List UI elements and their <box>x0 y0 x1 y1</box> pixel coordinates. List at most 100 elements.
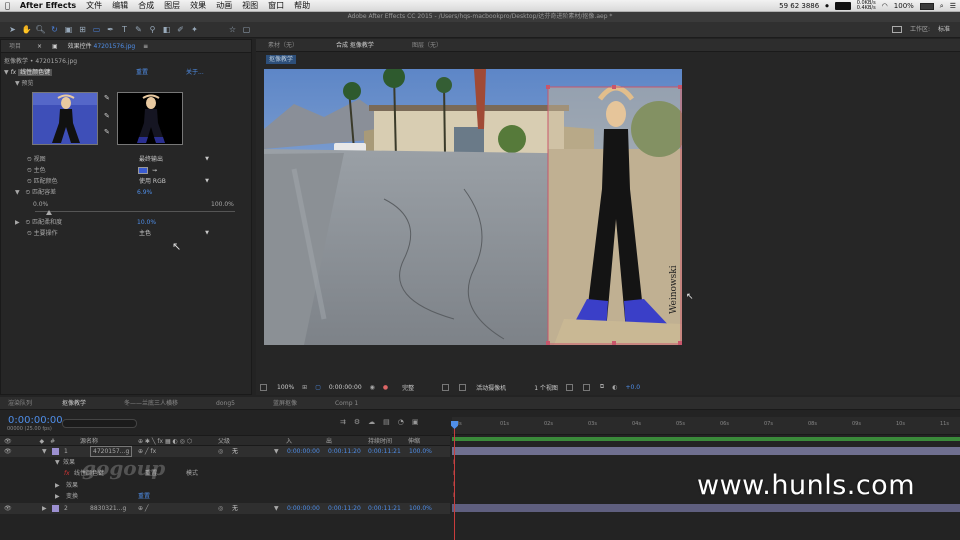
layer-2-duration-bar[interactable] <box>452 504 960 512</box>
timeline-timecode[interactable]: 0:00:00:00 <box>8 415 63 426</box>
menu-effect[interactable]: 效果 <box>185 0 211 11</box>
frame-blend-icon[interactable]: ▤ <box>383 418 390 426</box>
eye-icon[interactable]: 👁︎ <box>4 448 12 455</box>
tab-effect-controls[interactable]: × ▣ 效果控件 47201576.jpg ≡ <box>29 40 156 52</box>
draft-3d-icon[interactable]: ⚙ <box>354 418 360 426</box>
menu-file[interactable]: 文件 <box>81 0 107 11</box>
tab-composition[interactable]: 合成 抠像教学 <box>306 39 382 51</box>
layer-row[interactable]: 👁︎ ▶ 2 8830321...g ⊕ ╱ ◎ 无 ▼ 0:00:00:00 … <box>0 503 450 514</box>
menu-layer[interactable]: 图层 <box>159 0 185 11</box>
text-tool-icon[interactable]: T <box>118 23 131 36</box>
flowchart-icon[interactable]: ⧉ <box>600 383 604 391</box>
tolerance-slider-thumb[interactable] <box>45 210 52 215</box>
fx-icon[interactable]: fx <box>11 69 17 76</box>
transform-reset[interactable]: 重置 <box>138 491 150 502</box>
rotate-tool-icon[interactable]: ↻ <box>48 23 61 36</box>
effect-reset-button[interactable]: 重置 <box>136 67 148 78</box>
parent-icon[interactable]: ◎ <box>218 446 223 457</box>
layer-label-color[interactable] <box>52 505 59 512</box>
exposure-value[interactable]: +0.0 <box>625 384 640 391</box>
quality-dropdown[interactable]: 完整 <box>402 383 414 392</box>
eyedropper-icon[interactable]: ✎ <box>104 94 110 102</box>
display-icon[interactable] <box>834 2 851 10</box>
expand-arrow-icon[interactable]: ▼ <box>42 446 47 457</box>
prop-tolerance-value[interactable]: 6.9% <box>137 187 152 198</box>
layer-switches[interactable]: ⊕ ╱ <box>138 503 149 514</box>
brush-tool-icon[interactable]: ✎ <box>132 23 145 36</box>
workspace-toggle-icon[interactable] <box>891 26 902 33</box>
selection-tool-icon[interactable]: ➤ <box>6 23 19 36</box>
tab-comp-5[interactable]: Comp 1 <box>305 397 366 409</box>
tab-comp-4[interactable]: 蓝屏抠像 <box>243 397 305 409</box>
viewer-timecode[interactable]: 0:00:00:00 <box>329 384 362 391</box>
reset-exposure-icon[interactable]: ◐ <box>612 384 617 391</box>
tab-close-icon[interactable]: × <box>37 43 42 50</box>
menu-help[interactable]: 帮助 <box>289 0 315 11</box>
grid-icon[interactable]: ⊞ <box>302 384 307 391</box>
effect-about-button[interactable]: 关于... <box>186 67 204 78</box>
app-menu[interactable]: After Effects <box>15 0 81 11</box>
tab-menu-icon[interactable]: ≡ <box>143 43 148 50</box>
layer-row[interactable]: 👁︎ ▼ 1 4720157...g ⊕ ╱ fx ◎ 无 ▼ 0:00:00:… <box>0 446 450 457</box>
parent-dropdown[interactable]: 无 <box>232 446 238 457</box>
stopwatch-icon[interactable]: ⏲ <box>27 230 32 237</box>
tab-comp-keying[interactable]: 抠像教学 <box>40 397 94 409</box>
menu-view[interactable]: 视图 <box>237 0 263 11</box>
channel-icon[interactable]: ● <box>383 384 388 391</box>
expand-arrow-icon[interactable]: ▶ <box>55 491 60 502</box>
eye-icon[interactable]: 👁︎ <box>4 505 12 512</box>
graph-editor-icon[interactable]: ▣ <box>412 418 419 426</box>
mask-icon[interactable]: ▢ <box>315 384 321 391</box>
layer-in[interactable]: 0:00:00:00 <box>287 446 320 457</box>
stopwatch-icon[interactable]: ⏲ <box>27 167 32 174</box>
parent-icon[interactable]: ◎ <box>218 503 223 514</box>
parent-dropdown-arrow-icon[interactable]: ▼ <box>274 503 279 514</box>
comp-marker-icon[interactable]: ⇉ <box>340 418 346 426</box>
hand-tool-icon[interactable]: ✋ <box>20 23 33 36</box>
search-icon[interactable]: ⌕ <box>940 2 944 11</box>
menu-animation[interactable]: 动画 <box>211 0 237 11</box>
menu-list-icon[interactable]: ☰ <box>950 2 956 10</box>
wifi-icon[interactable]: ◠ <box>882 2 888 10</box>
views-dropdown[interactable]: 1 个视图 <box>534 383 558 392</box>
camera-tool-icon[interactable]: ▣ <box>62 23 75 36</box>
layer-duration[interactable]: 0:00:11:21 <box>368 446 401 457</box>
battery-icon[interactable] <box>919 2 934 10</box>
expand-arrow-icon[interactable]: ▶ <box>55 480 60 491</box>
menu-composition[interactable]: 合成 <box>133 0 159 11</box>
parent-dropdown-arrow-icon[interactable]: ▼ <box>274 446 279 457</box>
snapshot-icon[interactable]: ◉ <box>370 384 375 391</box>
layer-out[interactable]: 0:00:11:20 <box>328 446 361 457</box>
shy-icon[interactable]: ☁ <box>368 418 375 426</box>
pen-tool-icon[interactable]: ✒ <box>104 23 117 36</box>
layer-stretch[interactable]: 100.0% <box>409 446 432 457</box>
fast-preview-icon[interactable] <box>582 383 590 391</box>
region-icon[interactable] <box>442 383 450 391</box>
pan-behind-tool-icon[interactable]: ⊞ <box>76 23 89 36</box>
prop-softness-value[interactable]: 10.0% <box>137 217 156 228</box>
tab-layer[interactable]: 图层（无） <box>382 39 450 51</box>
key-color-eyedropper-icon[interactable]: ⇝ <box>152 165 157 176</box>
menu-window[interactable]: 窗口 <box>263 0 289 11</box>
keyframe-icon[interactable]: I <box>453 457 455 468</box>
tab-comp-2[interactable]: 冬——兰底三人横移 <box>94 397 186 409</box>
stopwatch-icon[interactable]: ⏲ <box>27 156 32 163</box>
layer-label-color[interactable] <box>52 448 59 455</box>
key-color-swatch[interactable] <box>138 167 148 174</box>
motion-blur-icon[interactable]: ◔ <box>398 418 404 426</box>
puppet-pin-tool-icon[interactable]: ✦ <box>188 23 201 36</box>
tab-footage[interactable]: 素材（无） <box>256 39 306 51</box>
composition-viewer[interactable]: Weinowski <box>264 69 682 345</box>
tolerance-slider-track[interactable] <box>35 210 235 215</box>
layer-out[interactable]: 0:00:11:20 <box>328 503 361 514</box>
keyframe-icon[interactable]: I <box>453 490 455 501</box>
comp-name-chip[interactable]: 抠像教学 <box>266 55 297 64</box>
transparency-grid-icon[interactable] <box>459 383 467 391</box>
lock-icon[interactable]: ▣ <box>52 43 58 50</box>
layer-in[interactable]: 0:00:00:00 <box>287 503 320 514</box>
eraser-tool-icon[interactable]: ◧ <box>160 23 173 36</box>
time-ruler[interactable]: 0s 01s 02s 03s 04s 05s 06s 07s 08s 09s 10s 11s <box>452 417 960 435</box>
stopwatch-icon[interactable]: ⏲ <box>26 189 31 196</box>
clone-stamp-tool-icon[interactable]: ⚲ <box>146 23 159 36</box>
parent-dropdown[interactable]: 无 <box>232 503 238 514</box>
